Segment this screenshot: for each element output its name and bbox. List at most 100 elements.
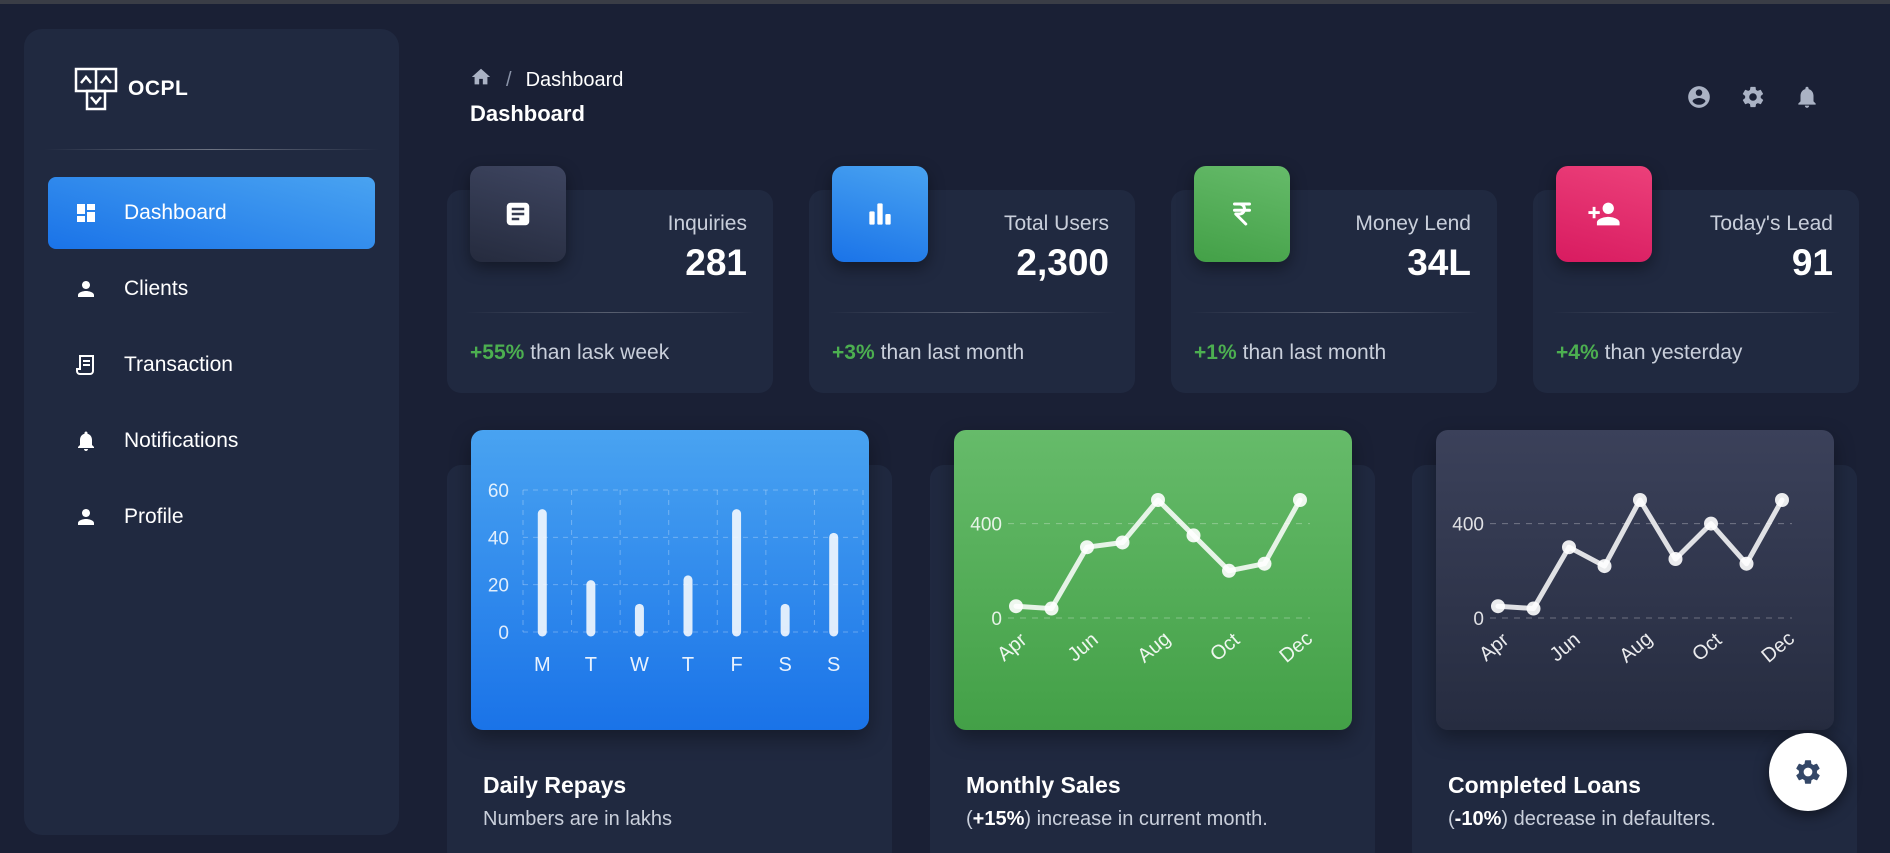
- stat-change: +3%: [832, 341, 875, 364]
- stat-title: Inquiries: [667, 212, 747, 235]
- stat-footer: +3% than last month: [832, 341, 1024, 365]
- x-tick-label: S: [827, 654, 840, 676]
- x-tick-label: T: [585, 654, 597, 676]
- stat-value: 91: [1791, 242, 1833, 283]
- series-line: [1013, 497, 1303, 612]
- stat-divider: [1189, 312, 1479, 313]
- breadcrumb-separator: /: [506, 68, 512, 91]
- x-tick-label: Dec: [1275, 628, 1316, 668]
- completed-loans-chart: 0 400 Apr Jun Aug Oct Dec: [1452, 493, 1799, 668]
- sidebar-item-profile[interactable]: Profile: [48, 481, 375, 553]
- window-top-border: [0, 0, 1890, 4]
- rupee-icon: [1194, 166, 1290, 262]
- bell-icon: [74, 429, 98, 453]
- sidebar: OCPL Dashboard Clients Transaction Notif…: [24, 29, 399, 835]
- stat-value: 281: [685, 242, 747, 283]
- x-tick-label: Oct: [1206, 629, 1244, 666]
- stat-divider: [827, 312, 1117, 313]
- header-actions: [1686, 84, 1820, 110]
- y-tick-label: 40: [488, 528, 509, 549]
- chart-title: Completed Loans: [1448, 772, 1641, 798]
- sidebar-nav: Dashboard Clients Transaction Notificati…: [48, 177, 375, 557]
- chart-title: Daily Repays: [483, 772, 627, 798]
- notifications-icon[interactable]: [1794, 84, 1820, 110]
- bar-chart-icon: [832, 166, 928, 262]
- stat-card-todays-lead: Today's Lead 91 +4% than yesterday: [1533, 166, 1859, 393]
- home-icon[interactable]: [470, 66, 492, 94]
- data-point: [1222, 563, 1236, 578]
- chart-panel: 0 400 Apr Jun Aug Oct Dec: [1436, 430, 1834, 730]
- x-tick-label: Apr: [993, 629, 1031, 666]
- chart-panel: 0 20 40 60 M T W T F S S: [471, 430, 869, 730]
- receipt-icon: [74, 353, 98, 377]
- y-tick-label: 0: [498, 623, 509, 644]
- chart-subtitle: (+15%) increase in current month.: [966, 808, 1268, 830]
- y-tick-label: 60: [488, 481, 509, 502]
- document-icon: [470, 166, 566, 262]
- x-tick-label: M: [534, 654, 551, 676]
- x-tick-label: Jun: [1546, 629, 1585, 667]
- stat-note: than lask week: [530, 341, 670, 364]
- data-point: [1668, 552, 1683, 566]
- y-tick-label: 0: [1473, 609, 1484, 630]
- sidebar-item-notifications[interactable]: Notifications: [48, 405, 375, 477]
- sidebar-item-transaction[interactable]: Transaction: [48, 329, 375, 401]
- chart-card-monthly-sales: 0 400 Apr Jun Aug Oct Dec Monthly Sales (+15%)…: [930, 430, 1375, 853]
- data-point: [1151, 493, 1165, 507]
- person-icon: [74, 505, 98, 529]
- x-tick-label: F: [730, 654, 742, 676]
- stat-card-inquiries: Inquiries 281 +55% than lask week: [447, 166, 773, 393]
- stat-note: than last month: [880, 341, 1025, 364]
- x-tick-label: Jun: [1064, 629, 1103, 667]
- stat-note: than last month: [1242, 341, 1387, 364]
- stat-divider: [1551, 312, 1841, 313]
- stat-footer: +55% than lask week: [470, 341, 669, 365]
- chart-title: Monthly Sales: [966, 772, 1121, 798]
- settings-icon: [1796, 760, 1820, 784]
- chart-card-daily-repays: 0 20 40 60 M T W T F S S Daily Repays Numbers are …: [447, 430, 892, 853]
- sidebar-item-clients[interactable]: Clients: [48, 253, 375, 325]
- x-tick-label: Apr: [1475, 629, 1513, 666]
- sidebar-item-label: Profile: [124, 505, 184, 528]
- y-tick-label: 400: [1452, 515, 1484, 536]
- data-point: [1562, 540, 1576, 555]
- breadcrumb: / Dashboard: [470, 66, 623, 94]
- series-line: [1495, 497, 1785, 612]
- y-tick-label: 0: [991, 609, 1002, 630]
- chart-subtitle-text: ) increase in current month.: [1024, 808, 1268, 830]
- data-point: [1115, 535, 1130, 550]
- stat-title: Money Lend: [1355, 212, 1471, 235]
- stat-change: +55%: [470, 341, 525, 364]
- stat-card-money-lend: Money Lend 34L +1% than last month: [1171, 166, 1497, 393]
- stat-footer: +4% than yesterday: [1556, 341, 1742, 365]
- data-point: [1597, 559, 1612, 574]
- page-title: Dashboard: [470, 101, 585, 126]
- stat-note: than yesterday: [1604, 341, 1743, 364]
- stat-card-total-users: Total Users 2,300 +3% than last month: [809, 166, 1135, 393]
- data-point: [1775, 493, 1789, 507]
- x-tick-label: Dec: [1757, 628, 1798, 668]
- settings-fab-button[interactable]: [1769, 733, 1847, 811]
- data-point: [1009, 599, 1023, 614]
- stat-title: Total Users: [1003, 212, 1109, 235]
- data-point: [1186, 528, 1201, 543]
- sidebar-item-label: Clients: [124, 277, 189, 300]
- chart-subtitle: Numbers are in lakhs: [483, 808, 672, 830]
- stat-title: Today's Lead: [1709, 212, 1833, 235]
- brand[interactable]: OCPL: [74, 67, 188, 111]
- stat-change: +4%: [1556, 341, 1599, 364]
- sidebar-item-dashboard[interactable]: Dashboard: [48, 177, 375, 249]
- stat-value: 34L: [1407, 242, 1471, 283]
- stat-footer: +1% than last month: [1194, 341, 1386, 365]
- breadcrumb-current: Dashboard: [525, 68, 624, 91]
- settings-icon[interactable]: [1740, 84, 1766, 110]
- account-circle-icon[interactable]: [1686, 84, 1712, 110]
- person-add-icon: [1556, 166, 1652, 262]
- chart-subtitle: (-10%) decrease in defaulters.: [1448, 808, 1716, 830]
- stat-change: +1%: [1194, 341, 1237, 364]
- brand-name: OCPL: [128, 77, 189, 100]
- chart-subtitle-text: ) decrease in defaulters.: [1501, 808, 1716, 830]
- y-tick-label: 20: [488, 576, 509, 597]
- stat-divider: [465, 312, 755, 313]
- chart-subtitle-percent: -10%: [1454, 808, 1502, 830]
